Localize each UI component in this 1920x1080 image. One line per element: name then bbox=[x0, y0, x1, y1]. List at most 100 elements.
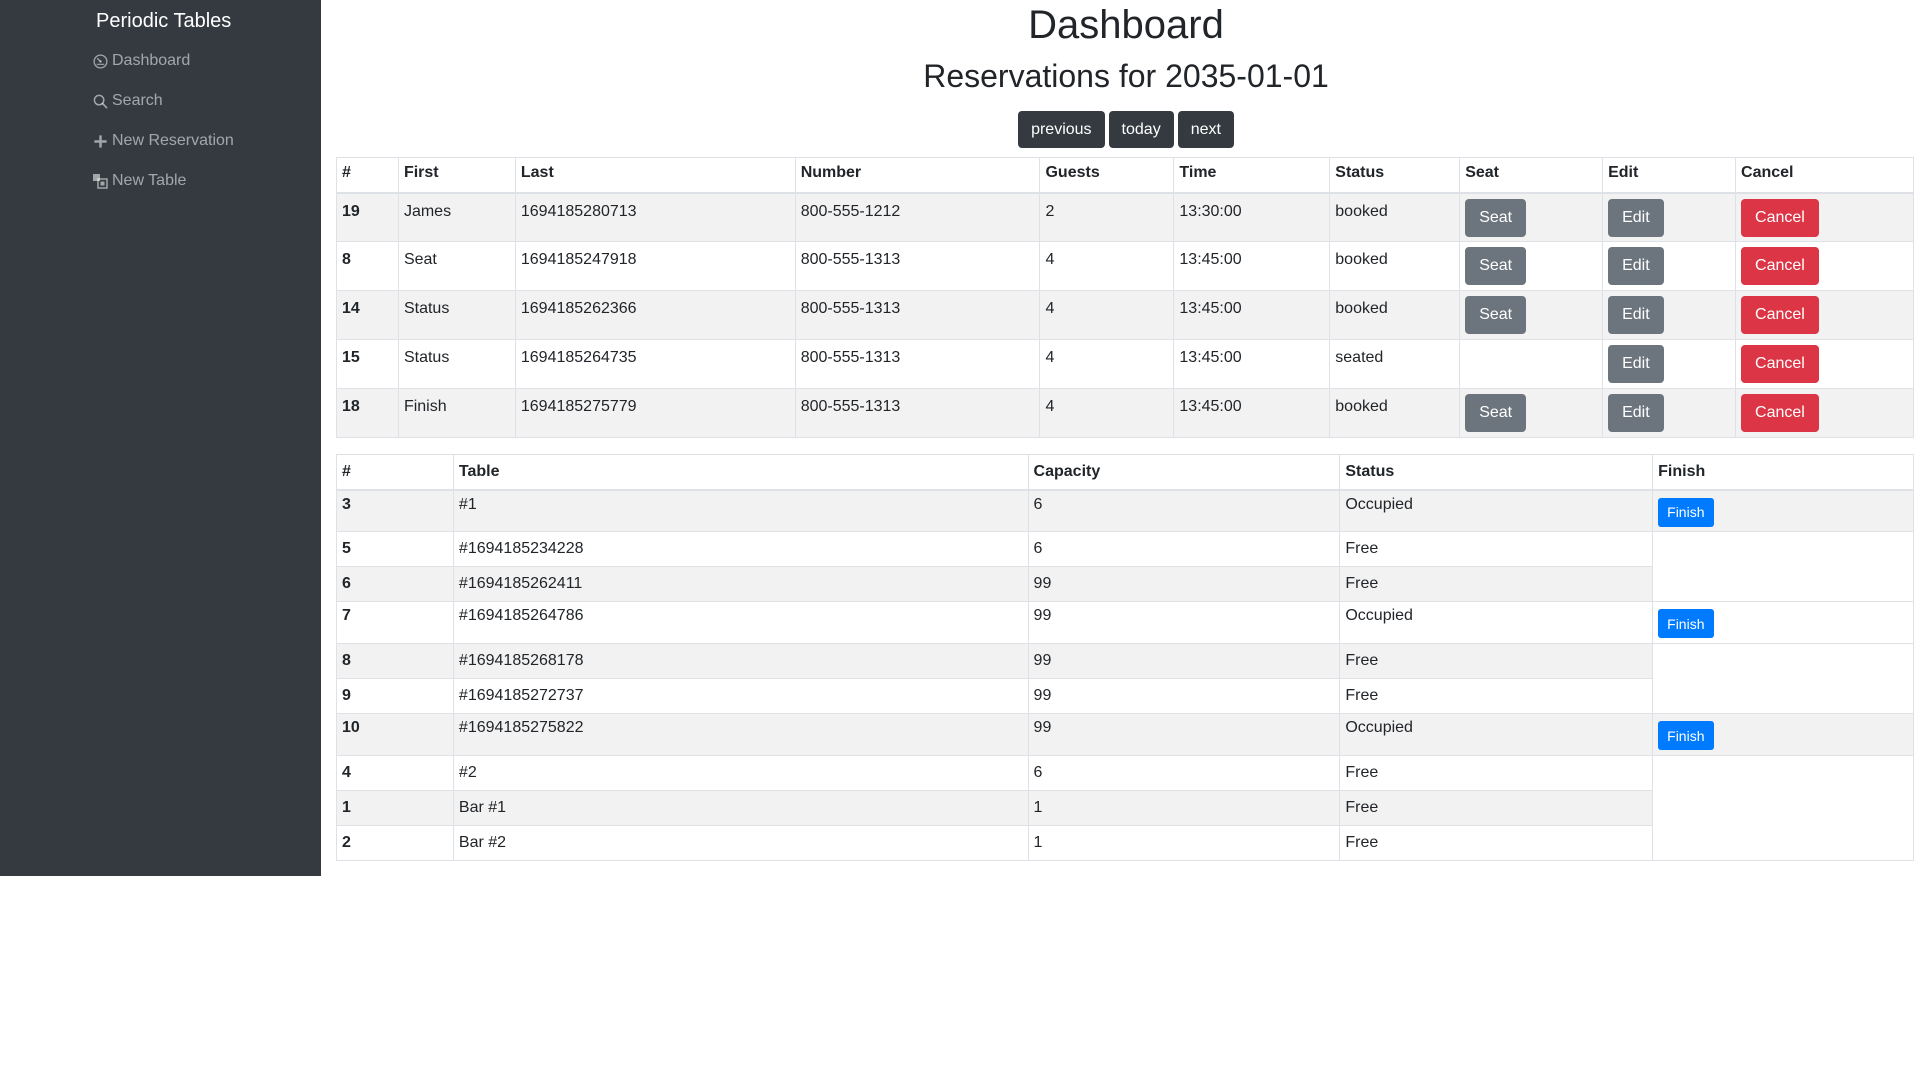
reservation-status: booked bbox=[1329, 241, 1461, 291]
table-capacity: 99 bbox=[1027, 713, 1341, 756]
seat-button[interactable]: Seat bbox=[1465, 394, 1527, 432]
sidebar-item-dashboard[interactable]: Dashboard bbox=[92, 51, 190, 71]
table-name: #1 bbox=[452, 489, 1029, 532]
reservation-guests: 4 bbox=[1039, 290, 1175, 340]
seat-button[interactable]: Seat bbox=[1465, 247, 1527, 285]
column-header: Finish bbox=[1652, 454, 1914, 491]
cancel-button[interactable]: Cancel bbox=[1741, 198, 1819, 237]
edit-button[interactable]: Edit bbox=[1608, 247, 1664, 285]
table-name: Bar #1 bbox=[452, 790, 1029, 826]
reservation-first-name: Status bbox=[397, 339, 516, 389]
reservation-row: 8 Seat 1694185247918 800-555-1313 4 13:4… bbox=[336, 241, 1914, 291]
reservation-row: 19 James 1694185280713 800-555-1212 2 13… bbox=[336, 192, 1914, 242]
reservation-mobile-number: 800-555-1313 bbox=[794, 339, 1041, 389]
reservation-last-name: 1694185264735 bbox=[514, 339, 796, 389]
reservation-last-name: 1694185280713 bbox=[514, 192, 796, 242]
date-navigation: previous today next bbox=[336, 111, 1916, 148]
table-status: Free bbox=[1339, 678, 1654, 714]
reservation-row: 15 Status 1694185264735 800-555-1313 4 1… bbox=[336, 339, 1914, 389]
column-header: Capacity bbox=[1027, 454, 1341, 491]
column-header: Last bbox=[514, 157, 796, 194]
edit-button[interactable]: Edit bbox=[1608, 198, 1664, 237]
reservation-row: 14 Status 1694185262366 800-555-1313 4 1… bbox=[336, 290, 1914, 340]
reservation-last-name: 1694185247918 bbox=[514, 241, 796, 291]
finish-button[interactable]: Finish bbox=[1658, 609, 1714, 638]
finish-button[interactable]: Finish bbox=[1658, 721, 1714, 750]
sidebar-item-search[interactable]: Search bbox=[92, 91, 163, 111]
table-capacity: 6 bbox=[1027, 755, 1341, 791]
reservation-guests: 2 bbox=[1039, 192, 1175, 242]
table-id: 2 bbox=[336, 825, 454, 861]
reservation-time: 13:45:00 bbox=[1173, 241, 1331, 291]
finish-cell: Finish bbox=[1652, 601, 1914, 644]
column-header: First bbox=[397, 157, 516, 194]
reservation-first-name: Finish bbox=[397, 388, 516, 438]
table-status: Occupied bbox=[1339, 601, 1654, 644]
reservation-id: 8 bbox=[336, 241, 399, 291]
sidebar-item-new-table[interactable]: New Table bbox=[92, 171, 186, 191]
seat-button[interactable]: Seat bbox=[1465, 198, 1527, 237]
reservations-table: # First Last Number Guests Time Status S… bbox=[336, 157, 1914, 438]
table-status: Occupied bbox=[1339, 489, 1654, 532]
sidebar-item-label: Dashboard bbox=[112, 52, 191, 69]
table-capacity: 99 bbox=[1027, 643, 1341, 679]
table-id: 1 bbox=[336, 790, 454, 826]
table-name: Bar #2 bbox=[452, 825, 1029, 861]
finish-cell bbox=[1652, 755, 1914, 861]
seat-button[interactable]: Seat bbox=[1465, 296, 1527, 334]
plus-icon bbox=[92, 133, 108, 149]
edit-button[interactable]: Edit bbox=[1608, 296, 1664, 334]
table-id: 3 bbox=[336, 489, 454, 532]
brand-title[interactable]: Periodic Tables bbox=[96, 8, 231, 34]
table-id: 6 bbox=[336, 566, 454, 602]
table-row: 8 #1694185268178 99 Free bbox=[336, 643, 1914, 714]
table-capacity: 99 bbox=[1027, 566, 1341, 602]
reservation-mobile-number: 800-555-1313 bbox=[794, 388, 1041, 438]
cancel-button[interactable]: Cancel bbox=[1741, 394, 1819, 432]
cancel-button[interactable]: Cancel bbox=[1741, 296, 1819, 334]
reservation-guests: 4 bbox=[1039, 388, 1175, 438]
table-row: 3 #1 6 Occupied Finish bbox=[336, 489, 1914, 532]
reservation-time: 13:30:00 bbox=[1173, 192, 1331, 242]
finish-cell: Finish bbox=[1652, 489, 1914, 532]
table-status: Free bbox=[1339, 755, 1654, 791]
table-capacity: 6 bbox=[1027, 489, 1341, 532]
edit-cell: Edit bbox=[1602, 290, 1737, 340]
reservation-mobile-number: 800-555-1313 bbox=[794, 290, 1041, 340]
finish-cell bbox=[1652, 531, 1914, 602]
table-capacity: 1 bbox=[1027, 790, 1341, 826]
edit-button[interactable]: Edit bbox=[1608, 345, 1664, 383]
cancel-button[interactable]: Cancel bbox=[1741, 345, 1819, 383]
finish-cell: Finish bbox=[1652, 713, 1914, 756]
sidebar-item-new-reservation[interactable]: New Reservation bbox=[92, 131, 234, 151]
table-status: Occupied bbox=[1339, 713, 1654, 756]
table-status: Free bbox=[1339, 566, 1654, 602]
reservation-mobile-number: 800-555-1313 bbox=[794, 241, 1041, 291]
table-id: 7 bbox=[336, 601, 454, 644]
table-capacity: 99 bbox=[1027, 601, 1341, 644]
sidebar-item-label: New Table bbox=[112, 172, 187, 189]
table-id: 10 bbox=[336, 713, 454, 756]
reservation-mobile-number: 800-555-1212 bbox=[794, 192, 1041, 242]
previous-button[interactable]: previous bbox=[1018, 111, 1105, 148]
column-header: Table bbox=[452, 454, 1029, 491]
reservation-first-name: Status bbox=[397, 290, 516, 340]
seat-cell: Seat bbox=[1459, 192, 1604, 242]
edit-cell: Edit bbox=[1602, 241, 1737, 291]
table-id: 4 bbox=[336, 755, 454, 791]
reservation-guests: 4 bbox=[1039, 339, 1175, 389]
column-header: Cancel bbox=[1735, 157, 1914, 194]
finish-button[interactable]: Finish bbox=[1658, 497, 1714, 527]
cancel-button[interactable]: Cancel bbox=[1741, 247, 1819, 285]
reservation-last-name: 1694185262366 bbox=[514, 290, 796, 340]
sidebar: Periodic Tables Dashboard Search New Res… bbox=[0, 0, 321, 876]
table-name: #1694185275822 bbox=[452, 713, 1029, 756]
seat-cell bbox=[1459, 339, 1604, 389]
next-button[interactable]: next bbox=[1177, 111, 1234, 148]
edit-button[interactable]: Edit bbox=[1608, 394, 1664, 432]
today-button[interactable]: today bbox=[1108, 111, 1174, 148]
reservation-first-name: Seat bbox=[397, 241, 516, 291]
table-name: #1694185264786 bbox=[452, 601, 1029, 644]
table-status: Free bbox=[1339, 825, 1654, 861]
reservation-id: 15 bbox=[336, 339, 399, 389]
